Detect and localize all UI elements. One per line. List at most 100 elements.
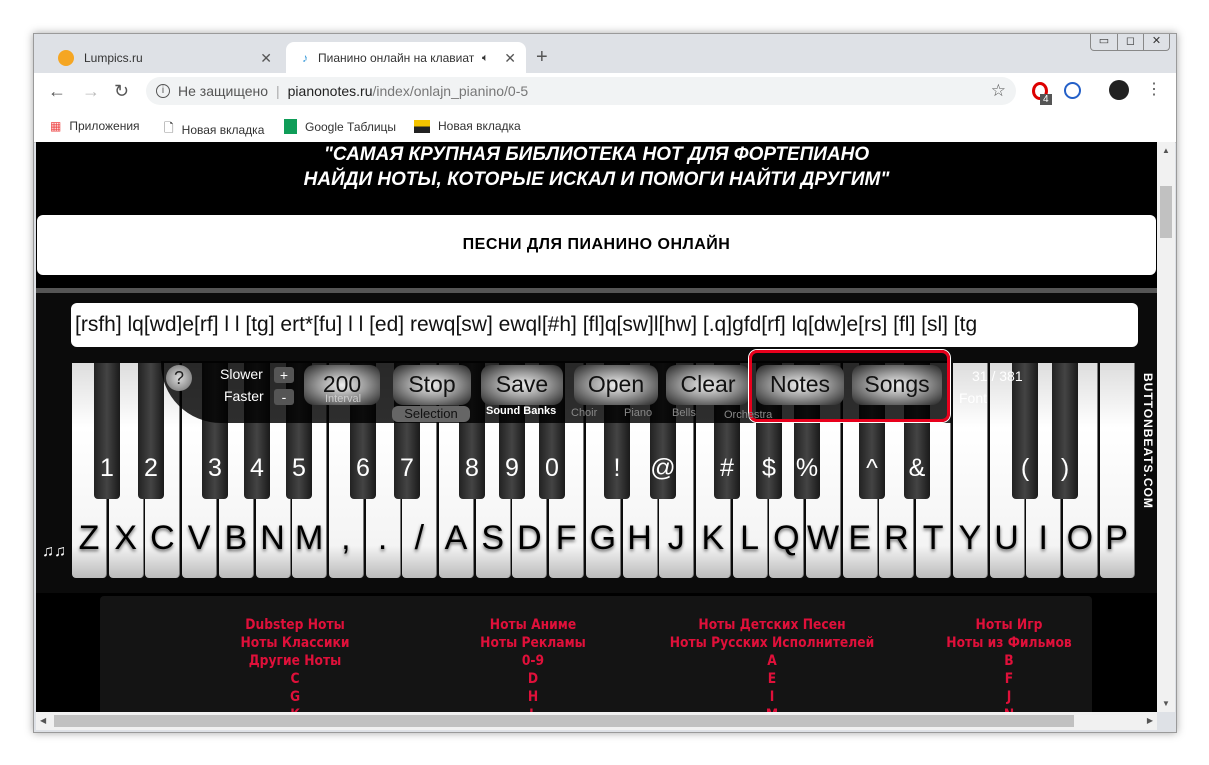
bookmarks-bar: ▦ Приложения 🗋 Новая вкладка Google Таблиц… xyxy=(34,109,1176,143)
category-link[interactable]: Ноты Русских Исполнителей xyxy=(666,634,877,652)
close-tab-icon[interactable]: ✕ xyxy=(504,50,516,67)
category-link[interactable]: Ноты Аниме xyxy=(427,616,638,634)
key-label: A xyxy=(444,519,468,557)
key-label: . xyxy=(377,519,388,557)
category-link[interactable]: G xyxy=(189,688,400,706)
category-link[interactable]: 0-9 xyxy=(427,652,638,670)
link-column: Ноты Детских Песен Ноты Русских Исполните… xyxy=(652,616,892,712)
open-button[interactable]: Open xyxy=(574,365,658,405)
notes-input[interactable]: [rsfh] lq[wd]e[rf] l l [tg] ert*[fu] l l… xyxy=(71,303,1138,347)
page-content: "САМАЯ КРУПНАЯ БИБЛИОТЕКА НОТ ДЛЯ ФОРТЕП… xyxy=(36,142,1157,712)
save-button[interactable]: Save xyxy=(481,365,563,405)
category-link[interactable]: H xyxy=(427,688,638,706)
white-key[interactable]: P xyxy=(1099,363,1135,578)
extension-badge: 4 xyxy=(1040,94,1052,105)
category-link[interactable]: Ноты Детских Песен xyxy=(666,616,877,634)
highlight-box xyxy=(749,350,950,422)
bank-orchestra[interactable]: Orchestra xyxy=(724,409,772,421)
bank-piano[interactable]: Piano xyxy=(624,407,652,419)
black-key[interactable]: ) xyxy=(1052,363,1078,499)
bank-bells[interactable]: Bells xyxy=(672,407,696,419)
maximize-button[interactable]: ◻ xyxy=(1117,34,1143,50)
faster-minus-button[interactable]: - xyxy=(274,389,294,405)
key-label: N xyxy=(260,519,285,557)
piano-widget: [rsfh] lq[wd]e[rf] l l [tg] ert*[fu] l l… xyxy=(36,293,1157,593)
forward-icon[interactable]: → xyxy=(82,81,100,102)
orange-icon xyxy=(58,50,74,66)
close-window-button[interactable]: ✕ xyxy=(1143,34,1169,50)
selection-button[interactable]: Selection xyxy=(392,406,470,422)
faster-label: Faster xyxy=(224,388,264,404)
tab-piano[interactable]: ♪ Пианино онлайн на клавиат 🔈︎ ✕ xyxy=(286,42,526,74)
key-label: Y xyxy=(958,519,982,557)
category-link[interactable]: B xyxy=(903,652,1114,670)
key-label: 8 xyxy=(465,454,479,482)
category-link[interactable]: C xyxy=(189,670,400,688)
info-icon[interactable]: i xyxy=(156,84,170,98)
key-label: ! xyxy=(613,454,621,482)
key-label: C xyxy=(150,519,175,557)
category-link[interactable]: Dubstep Ноты xyxy=(189,616,400,634)
black-key[interactable]: 1 xyxy=(94,363,120,499)
bookmark-apps[interactable]: ▦ Приложения xyxy=(50,119,140,133)
category-link[interactable]: A xyxy=(666,652,877,670)
key-label: 9 xyxy=(505,454,519,482)
menu-icon[interactable]: ⋮ xyxy=(1146,79,1162,99)
bookmark-google-sheets[interactable]: Google Таблицы xyxy=(284,119,396,134)
interval-label: Interval xyxy=(325,393,362,405)
key-label: H xyxy=(627,519,652,557)
tab-lumpics[interactable]: Lumpics.ru ✕ xyxy=(42,42,282,74)
clear-button[interactable]: Clear xyxy=(666,365,750,405)
key-label: / xyxy=(414,519,425,557)
category-link[interactable]: I xyxy=(666,688,877,706)
close-tab-icon[interactable]: ✕ xyxy=(260,50,272,67)
categories-links: Dubstep НотыНоты КлассикиДругие НотыCGKН… xyxy=(100,596,1092,712)
bank-choir[interactable]: Choir xyxy=(571,407,597,419)
key-label: & xyxy=(908,454,926,482)
key-label: X xyxy=(114,519,138,557)
category-link[interactable]: E xyxy=(666,670,877,688)
key-label: , xyxy=(341,519,351,557)
speaker-icon[interactable]: 🔈︎ xyxy=(482,52,489,65)
horizontal-scrollbar[interactable]: ◀ ▶ xyxy=(36,712,1157,730)
bookmark-new-tab-2[interactable]: Новая вкладка xyxy=(414,119,521,133)
globe-icon[interactable] xyxy=(1064,82,1081,99)
reload-icon[interactable]: ↻ xyxy=(114,81,129,102)
help-button[interactable]: ? xyxy=(166,365,192,391)
key-label: B xyxy=(224,519,248,557)
sound-banks-label: Sound Banks xyxy=(486,405,557,417)
minimize-button[interactable]: ▭ xyxy=(1091,34,1117,50)
slower-plus-button[interactable]: + xyxy=(274,367,294,383)
key-label: 1 xyxy=(100,454,114,482)
key-label: S xyxy=(481,519,505,557)
vertical-scrollbar[interactable]: ▲ ▼ xyxy=(1157,142,1175,712)
category-link[interactable]: Другие Ноты xyxy=(189,652,400,670)
black-key[interactable]: 2 xyxy=(138,363,164,499)
category-link[interactable]: Ноты Классики xyxy=(189,634,400,652)
stop-button[interactable]: Stop xyxy=(393,365,471,405)
key-label: Q xyxy=(773,519,800,557)
key-label: F xyxy=(555,519,577,557)
address-bar[interactable]: i Не защищено | pianonotes.ru/index/onlaj… xyxy=(146,77,1016,105)
font-button[interactable]: Font xyxy=(959,390,987,406)
toolbar: ← → ↻ i Не защищено | pianonotes.ru/index… xyxy=(34,73,1176,109)
key-label: L xyxy=(740,519,760,557)
category-link[interactable]: Ноты Рекламы xyxy=(427,634,638,652)
key-label: 2 xyxy=(144,454,158,482)
key-label: T xyxy=(922,519,944,557)
back-icon[interactable]: ← xyxy=(48,81,66,102)
category-link[interactable]: Ноты из Фильмов xyxy=(903,634,1114,652)
category-link[interactable]: D xyxy=(427,670,638,688)
bookmark-new-tab[interactable]: 🗋 Новая вкладка xyxy=(164,119,264,140)
banner: "САМАЯ КРУПНАЯ БИБЛИОТЕКА НОТ ДЛЯ ФОРТЕП… xyxy=(303,144,890,190)
category-link[interactable]: J xyxy=(903,688,1114,706)
new-tab-button[interactable]: + xyxy=(536,46,548,69)
key-label: ^ xyxy=(866,454,878,482)
key-label: 7 xyxy=(400,454,414,482)
avatar[interactable] xyxy=(1109,80,1129,100)
category-link[interactable]: F xyxy=(903,670,1114,688)
section-title: ПЕСНИ ДЛЯ ПИАНИНО ОНЛАЙН xyxy=(37,215,1156,275)
link-column: Dubstep НотыНоты КлассикиДругие НотыCGK xyxy=(175,616,415,712)
star-icon[interactable]: ☆ xyxy=(991,81,1006,101)
category-link[interactable]: Ноты Игр xyxy=(903,616,1114,634)
